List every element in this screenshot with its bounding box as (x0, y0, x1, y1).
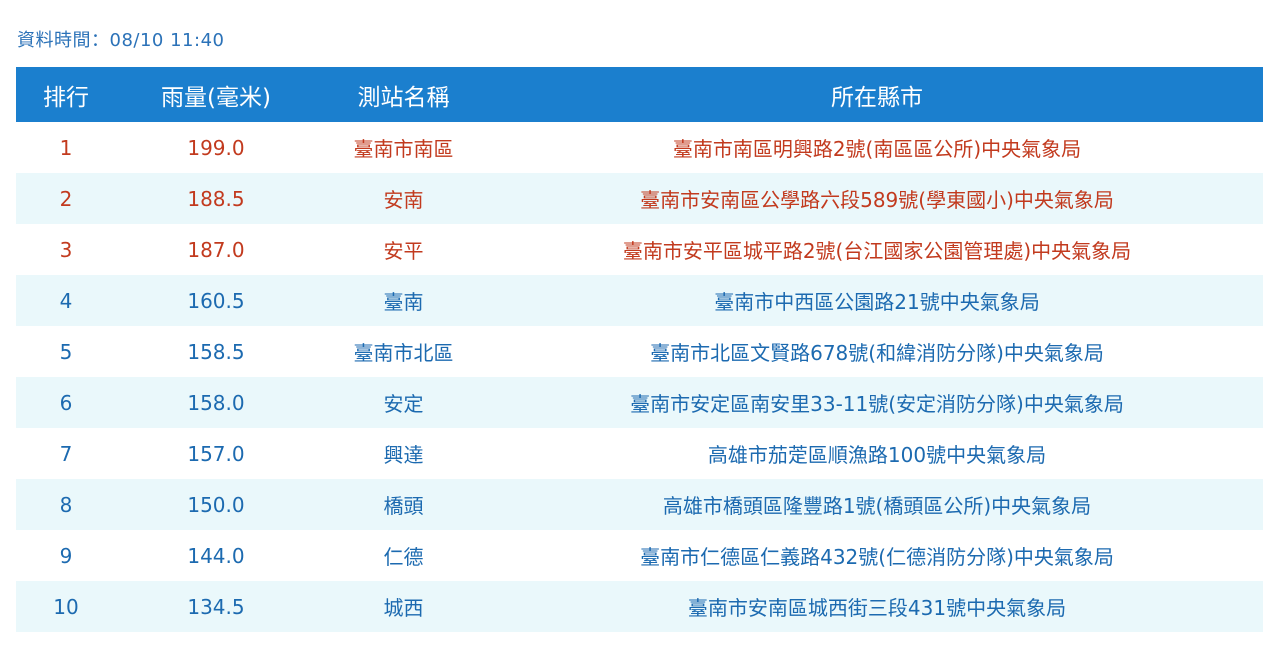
cell-rainfall: 158.0 (187, 390, 245, 415)
cell-rank: 9 (59, 543, 73, 568)
table-header: 排行 雨量(毫米) 測站名稱 所在縣市 (16, 67, 1263, 122)
table-row: 9 144.0 仁德 臺南市仁德區仁義路432號(仁德消防分隊)中央氣象局 (16, 530, 1263, 581)
cell-station: 臺南市北區 (353, 341, 454, 365)
rainfall-ranking-table: 排行 雨量(毫米) 測站名稱 所在縣市 1 199.0 臺南市南區 臺南市南區明… (16, 67, 1263, 632)
cell-rainfall: 187.0 (187, 237, 245, 262)
cell-station: 臺南 (383, 290, 424, 314)
header-rank: 排行 (43, 84, 89, 111)
cell-station: 仁德 (383, 545, 424, 569)
table-row: 7 157.0 興達 高雄市茄萣區順漁路100號中央氣象局 (16, 428, 1263, 479)
cell-station: 安南 (383, 188, 424, 212)
cell-rainfall: 157.0 (187, 441, 245, 466)
cell-rank: 5 (59, 339, 73, 364)
cell-rainfall: 134.5 (187, 594, 245, 619)
cell-location: 臺南市安南區城西街三段431號中央氣象局 (687, 596, 1067, 620)
table-row: 5 158.5 臺南市北區 臺南市北區文賢路678號(和緯消防分隊)中央氣象局 (16, 326, 1263, 377)
cell-rainfall: 160.5 (187, 288, 245, 313)
cell-location: 高雄市茄萣區順漁路100號中央氣象局 (707, 443, 1047, 467)
cell-location: 臺南市北區文賢路678號(和緯消防分隊)中央氣象局 (650, 341, 1104, 365)
table-row: 3 187.0 安平 臺南市安平區城平路2號(台江國家公園管理處)中央氣象局 (16, 224, 1263, 275)
table-row: 6 158.0 安定 臺南市安定區南安里33-11號(安定消防分隊)中央氣象局 (16, 377, 1263, 428)
cell-rainfall: 150.0 (187, 492, 245, 517)
cell-station: 橋頭 (383, 494, 424, 518)
cell-rank: 3 (59, 237, 73, 262)
cell-rank: 10 (53, 594, 79, 619)
header-station: 測站名稱 (357, 84, 450, 111)
cell-rainfall: 199.0 (187, 135, 245, 160)
data-timestamp: 資料時間：08/10 11:40 (17, 30, 225, 51)
table-header-row: 排行 雨量(毫米) 測站名稱 所在縣市 (16, 67, 1263, 122)
cell-location: 臺南市安南區公學路六段589號(學東國小)中央氣象局 (640, 188, 1114, 212)
cell-location: 臺南市安平區城平路2號(台江國家公園管理處)中央氣象局 (622, 239, 1132, 263)
cell-location: 高雄市橋頭區隆豐路1號(橋頭區公所)中央氣象局 (662, 494, 1092, 518)
cell-rank: 2 (59, 186, 73, 211)
cell-rainfall: 144.0 (187, 543, 245, 568)
cell-station: 安定 (383, 392, 424, 416)
cell-rank: 6 (59, 390, 73, 415)
cell-rank: 7 (59, 441, 73, 466)
table-row: 4 160.5 臺南 臺南市中西區公園路21號中央氣象局 (16, 275, 1263, 326)
cell-rainfall: 188.5 (187, 186, 245, 211)
table-row: 2 188.5 安南 臺南市安南區公學路六段589號(學東國小)中央氣象局 (16, 173, 1263, 224)
header-rainfall: 雨量(毫米) (161, 84, 271, 111)
cell-rank: 1 (59, 135, 73, 160)
cell-rank: 8 (59, 492, 73, 517)
cell-rainfall: 158.5 (187, 339, 245, 364)
table-row: 10 134.5 城西 臺南市安南區城西街三段431號中央氣象局 (16, 581, 1263, 632)
cell-location: 臺南市中西區公園路21號中央氣象局 (714, 290, 1040, 314)
header-location: 所在縣市 (831, 84, 923, 111)
table-body: 1 199.0 臺南市南區 臺南市南區明興路2號(南區區公所)中央氣象局 2 1… (16, 122, 1263, 632)
cell-station: 臺南市南區 (353, 137, 454, 161)
cell-station: 興達 (383, 443, 424, 467)
cell-location: 臺南市南區明興路2號(南區區公所)中央氣象局 (672, 137, 1082, 161)
cell-station: 安平 (383, 239, 424, 263)
table-row: 8 150.0 橋頭 高雄市橋頭區隆豐路1號(橋頭區公所)中央氣象局 (16, 479, 1263, 530)
cell-location: 臺南市安定區南安里33-11號(安定消防分隊)中央氣象局 (630, 392, 1124, 416)
cell-rank: 4 (59, 288, 73, 313)
table-row: 1 199.0 臺南市南區 臺南市南區明興路2號(南區區公所)中央氣象局 (16, 122, 1263, 173)
cell-station: 城西 (383, 596, 424, 620)
cell-location: 臺南市仁德區仁義路432號(仁德消防分隊)中央氣象局 (640, 545, 1114, 569)
